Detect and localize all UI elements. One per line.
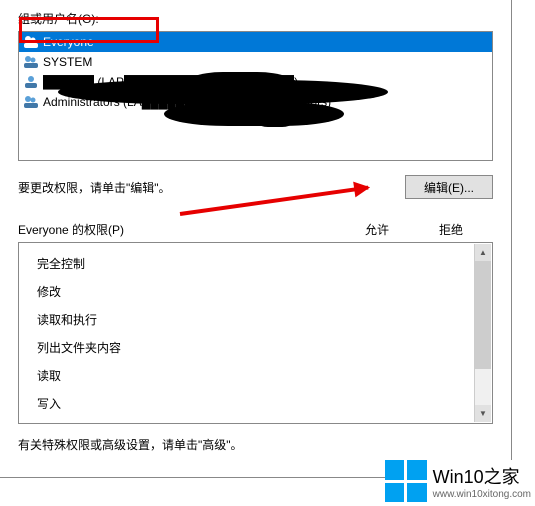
scrollbar[interactable]: ▲ ▼ xyxy=(474,244,491,422)
group-item-administrators[interactable]: Administrators (LA████████████████nistra… xyxy=(19,92,492,112)
windows-logo-icon xyxy=(385,460,427,502)
permission-label: 读取 xyxy=(37,367,61,384)
edit-button[interactable]: 编辑(E)... xyxy=(405,175,493,199)
group-item-system[interactable]: SYSTEM xyxy=(19,52,492,72)
permission-row: 完全控制 xyxy=(37,249,492,277)
scroll-down-icon[interactable]: ▼ xyxy=(475,405,491,422)
user-icon xyxy=(23,74,39,90)
watermark-url: www.win10xitong.com xyxy=(433,489,531,500)
group-item-user[interactable]: ██████ (LAP████████████████████) xyxy=(19,72,492,92)
permissions-listbox: 完全控制 修改 读取和执行 列出文件夹内容 读取 写入 ▲ ▼ xyxy=(18,242,493,424)
advanced-hint-text: 有关特殊权限或高级设置，请单击"高级"。 xyxy=(18,436,493,453)
permission-label: 写入 xyxy=(37,395,61,412)
scroll-up-icon[interactable]: ▲ xyxy=(475,244,491,261)
group-item-label: ██████ (LAP████████████████████) xyxy=(43,75,298,89)
watermark: Win10之家 www.win10xitong.com xyxy=(385,460,531,502)
watermark-title: Win10之家 xyxy=(433,463,531,489)
permission-row: 读取 xyxy=(37,361,492,389)
users-icon xyxy=(23,54,39,70)
group-item-label: Everyone xyxy=(43,35,94,49)
users-icon xyxy=(23,34,39,50)
users-icon xyxy=(23,94,39,110)
groups-label: 组或用户名(G): xyxy=(18,10,493,27)
permission-label: 完全控制 xyxy=(37,255,85,272)
edit-hint-text: 要更改权限，请单击"编辑"。 xyxy=(18,179,171,196)
scroll-thumb[interactable] xyxy=(475,261,491,369)
permissions-header: Everyone 的权限(P) 允许 拒绝 xyxy=(18,221,493,238)
column-deny: 拒绝 xyxy=(439,221,463,238)
permissions-for-label: Everyone 的权限(P) xyxy=(18,221,124,238)
groups-listbox[interactable]: Everyone SYSTEM ██████ (LAP█████████████… xyxy=(18,31,493,161)
permission-row: 读取和执行 xyxy=(37,305,492,333)
permission-label: 列出文件夹内容 xyxy=(37,339,121,356)
security-panel: 组或用户名(G): Everyone SYSTEM ██████ (LAP███… xyxy=(0,0,512,478)
column-allow: 允许 xyxy=(365,221,389,238)
permission-row: 修改 xyxy=(37,277,492,305)
group-item-label: SYSTEM xyxy=(43,55,92,69)
permission-row: 写入 xyxy=(37,389,492,417)
group-item-label: Administrators (LA████████████████nistra… xyxy=(43,95,331,109)
group-item-everyone[interactable]: Everyone xyxy=(19,32,492,52)
edit-hint-row: 要更改权限，请单击"编辑"。 编辑(E)... xyxy=(18,175,493,199)
permission-row: 列出文件夹内容 xyxy=(37,333,492,361)
permission-label: 修改 xyxy=(37,283,61,300)
permission-label: 读取和执行 xyxy=(37,311,97,328)
